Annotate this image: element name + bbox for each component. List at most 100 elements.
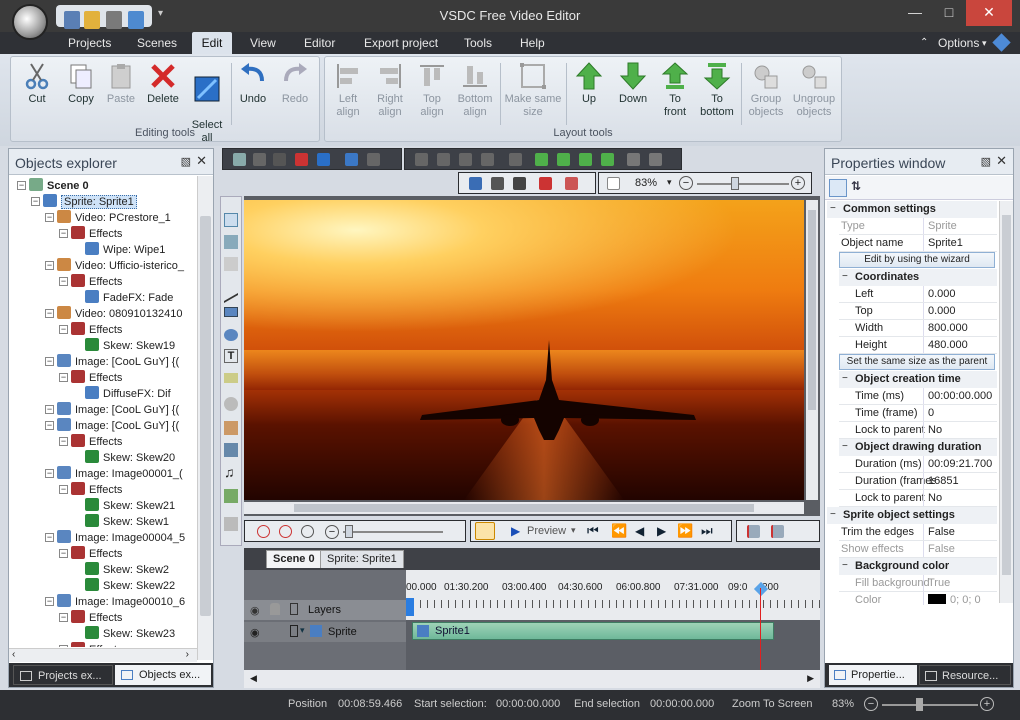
tree-node[interactable]: − Image: Image00001_( [45, 466, 183, 482]
tl-scroll-left-icon[interactable]: ◀ [250, 673, 257, 684]
down-small-icon[interactable] [557, 153, 570, 166]
tl-scroll-right-icon[interactable]: ▶ [807, 673, 814, 684]
menu-export-project[interactable]: Export project [358, 32, 444, 54]
tree-expander-icon[interactable]: − [59, 229, 68, 238]
tree-node[interactable]: − Effects [59, 274, 122, 290]
tree-node[interactable]: − Image: Image00010_6 [45, 594, 185, 610]
tree-node[interactable]: Skew: Skew19 [85, 338, 175, 354]
menu-view[interactable]: View [244, 32, 282, 54]
go-end-icon[interactable]: ⏭ [701, 523, 713, 539]
zoom-dropdown-icon[interactable]: ▾ [667, 177, 672, 188]
marker-icon[interactable] [539, 177, 552, 190]
copy-button[interactable]: Copy [61, 61, 101, 106]
close-panel-icon[interactable]: ✕ [196, 153, 207, 169]
go-start-icon[interactable]: ⏮ [587, 523, 599, 539]
property-row[interactable]: Trim the edges False [839, 524, 997, 541]
timeline-zoom-track[interactable] [343, 531, 443, 533]
property-row[interactable]: Height 480.000 [839, 337, 997, 354]
paste-small-icon[interactable] [273, 153, 286, 166]
props-scroll-thumb[interactable] [1002, 215, 1011, 575]
menu-help[interactable]: Help [514, 32, 551, 54]
make-same-size-button[interactable]: Make same size [502, 61, 564, 119]
tree-expander-icon[interactable]: − [45, 261, 54, 270]
same-size-small-icon[interactable] [509, 153, 522, 166]
preview-vertical-scrollbar[interactable] [806, 200, 818, 500]
menu-projects[interactable]: Projects [62, 32, 117, 54]
bottom-align-small-icon[interactable] [481, 153, 494, 166]
preview-dropdown-icon[interactable]: ▾ [571, 525, 576, 536]
property-section[interactable]: Coordinates [839, 269, 997, 286]
delete-button[interactable]: Delete [141, 61, 185, 106]
status-zoom-in-icon[interactable]: + [980, 697, 994, 711]
grid-view-icon[interactable] [491, 177, 504, 190]
zoom-slider-thumb[interactable] [731, 177, 739, 190]
property-row[interactable]: Object name Sprite1 [839, 235, 997, 252]
property-section[interactable]: Object creation time [839, 371, 997, 388]
sort-alpha-icon[interactable]: ⇅ [851, 179, 861, 193]
undo-small-icon[interactable] [345, 153, 358, 166]
property-value[interactable]: 800.000 [923, 320, 997, 336]
step-forward-icon[interactable]: ▶ [657, 524, 666, 538]
tab-projects-explorer[interactable]: Projects ex... [13, 665, 113, 685]
snap-icon[interactable] [513, 177, 526, 190]
property-value[interactable]: True [923, 575, 997, 591]
property-row[interactable]: Width 800.000 [839, 320, 997, 337]
tree-node[interactable]: − Image: [CooL GuY] {( [45, 354, 179, 370]
right-align-button[interactable]: Right align [369, 61, 411, 119]
tree-node[interactable]: DiffuseFX: Dif [85, 386, 171, 402]
tree-expander-icon[interactable]: − [45, 421, 54, 430]
property-row[interactable]: Show effects False [839, 541, 997, 558]
lock-icon[interactable] [270, 603, 280, 615]
categorized-icon[interactable] [829, 179, 847, 197]
tree-node[interactable]: Skew: Skew22 [85, 578, 175, 594]
property-value[interactable]: 0.000 [923, 303, 997, 319]
copy-tool-icon[interactable] [224, 257, 238, 271]
timeline-ruler[interactable]: 00.000 01:30.200 03:00.400 04:30.600 06:00.8… [406, 570, 820, 620]
menu-tools[interactable]: Tools [458, 32, 498, 54]
property-row[interactable]: Color 0; 0; 0 [839, 592, 997, 605]
sprite1-clip[interactable]: Sprite1 [412, 622, 774, 640]
clock-icon[interactable] [475, 522, 495, 540]
tab-resources[interactable]: Resource... [919, 665, 1011, 685]
to-front-button[interactable]: To front [655, 61, 695, 119]
bottom-align-button[interactable]: Bottom align [453, 61, 497, 119]
text-tool-icon[interactable]: T [224, 349, 238, 363]
tree-expander-icon[interactable]: − [59, 645, 68, 647]
property-value[interactable]: Sprite1 [923, 235, 997, 251]
property-value[interactable]: False [923, 541, 997, 557]
list-view-icon[interactable] [469, 177, 482, 190]
cut-small-icon[interactable] [233, 153, 246, 166]
tree-expander-icon[interactable]: − [17, 181, 26, 190]
property-section[interactable]: Common settings [827, 201, 997, 218]
tree-node[interactable]: Skew: Skew21 [85, 498, 175, 514]
tree-node[interactable]: − Effects [59, 322, 122, 338]
zoom-in-timeline-icon[interactable] [257, 525, 270, 538]
tree-node[interactable]: − Image: [CooL GuY] {( [45, 418, 179, 434]
tree-expander-icon[interactable]: − [45, 213, 54, 222]
ellipse-tool-icon[interactable] [224, 329, 238, 341]
preview-frame[interactable] [244, 200, 804, 500]
zoom-slider-track[interactable] [697, 183, 789, 185]
tree-expander-icon[interactable]: − [45, 533, 54, 542]
zoom-value[interactable]: 83% [635, 177, 657, 189]
menu-scenes[interactable]: Scenes [131, 32, 183, 54]
zoom-out-timeline-icon[interactable] [279, 525, 292, 538]
status-zoom-out-icon[interactable]: − [864, 697, 878, 711]
zoom-to-screen-label[interactable]: Zoom To Screen [732, 698, 813, 710]
pointer-tool-icon[interactable] [224, 213, 238, 227]
minimize-button[interactable]: — [898, 0, 932, 26]
trim-icon[interactable] [771, 525, 784, 538]
fit-screen-icon[interactable] [607, 177, 620, 190]
property-row[interactable]: Time (ms) 00:00:00.000 [839, 388, 997, 405]
property-row[interactable]: Lock to parent No [839, 422, 997, 439]
scroll-thumb[interactable] [200, 216, 211, 616]
top-align-button[interactable]: Top align [411, 61, 453, 119]
ungroup-objects-button[interactable]: Ungroup objects [789, 61, 839, 119]
property-value[interactable]: Sprite [923, 218, 997, 234]
effects-tool-icon[interactable] [224, 517, 238, 531]
cut-button[interactable]: Cut [17, 61, 57, 106]
timeline-zoom-thumb[interactable] [345, 525, 353, 538]
tree-node[interactable]: Skew: Skew1 [85, 514, 169, 530]
tree-vertical-scrollbar[interactable] [197, 176, 213, 660]
tree-horizontal-scrollbar[interactable]: ‹ › [9, 648, 197, 662]
